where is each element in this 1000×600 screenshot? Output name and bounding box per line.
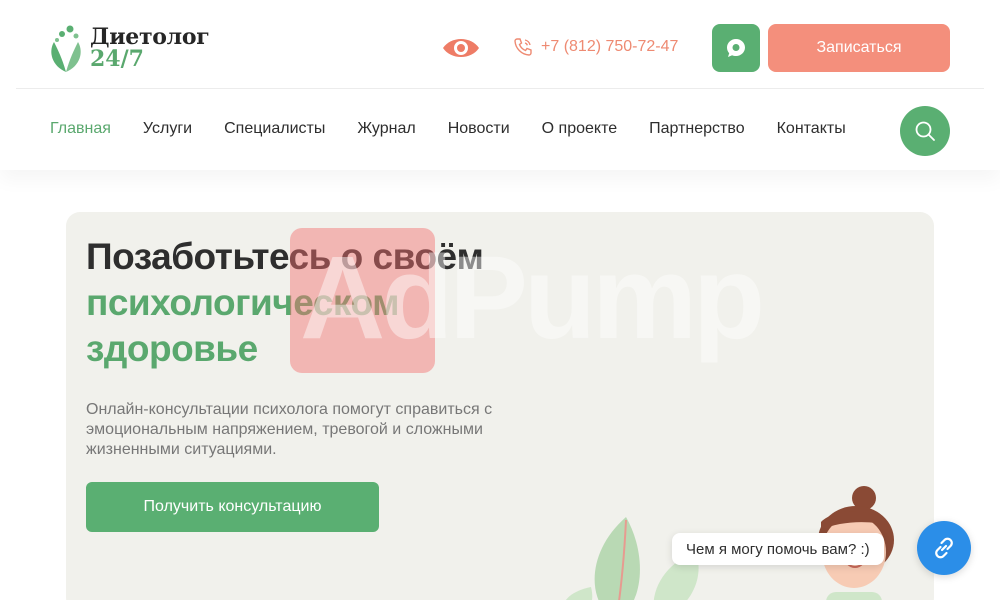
nav-item-news[interactable]: Новости (448, 120, 510, 138)
chat-button[interactable] (712, 24, 760, 72)
search-icon (915, 121, 935, 141)
nav-item-about[interactable]: О проекте (542, 120, 617, 138)
phone-icon (514, 38, 532, 56)
nav-item-contacts[interactable]: Контакты (777, 120, 846, 138)
eye-icon[interactable] (441, 33, 481, 63)
site-header: Диетолог 24/7 +7 (812) 750-72-47 Записат… (0, 0, 1000, 170)
signup-button[interactable]: Записаться (768, 24, 950, 72)
nav-item-specialists[interactable]: Специалисты (224, 120, 325, 138)
hero-description: Онлайн-консультации психолога помогут сп… (86, 401, 493, 458)
get-consultation-button[interactable]: Получить консультацию (86, 482, 379, 532)
chat-bubble[interactable]: Чем я могу помочь вам? :) (672, 533, 884, 565)
logo-leaf-icon (51, 25, 81, 72)
nav-item-partnership[interactable]: Партнерство (649, 120, 744, 138)
phone-link[interactable]: +7 (812) 750-72-47 (513, 37, 678, 57)
adpump-watermark: AdPump (290, 228, 765, 373)
main-nav: Главная Услуги Специалисты Журнал Новост… (50, 120, 878, 138)
chat-icon (727, 39, 745, 57)
nav-item-journal[interactable]: Журнал (357, 120, 415, 138)
logo-title: Диетолог (90, 24, 210, 50)
logo-subtitle: 24/7 (90, 46, 144, 72)
header-divider (16, 88, 984, 89)
logo[interactable]: Диетолог 24/7 (48, 22, 210, 74)
link-icon (935, 537, 953, 559)
nav-item-services[interactable]: Услуги (143, 120, 192, 138)
nav-item-home[interactable]: Главная (50, 120, 111, 138)
search-button[interactable] (900, 106, 950, 156)
phone-number: +7 (812) 750-72-47 (541, 38, 679, 55)
watermark-text: AdPump (300, 232, 765, 364)
link-widget-button[interactable] (917, 521, 971, 575)
